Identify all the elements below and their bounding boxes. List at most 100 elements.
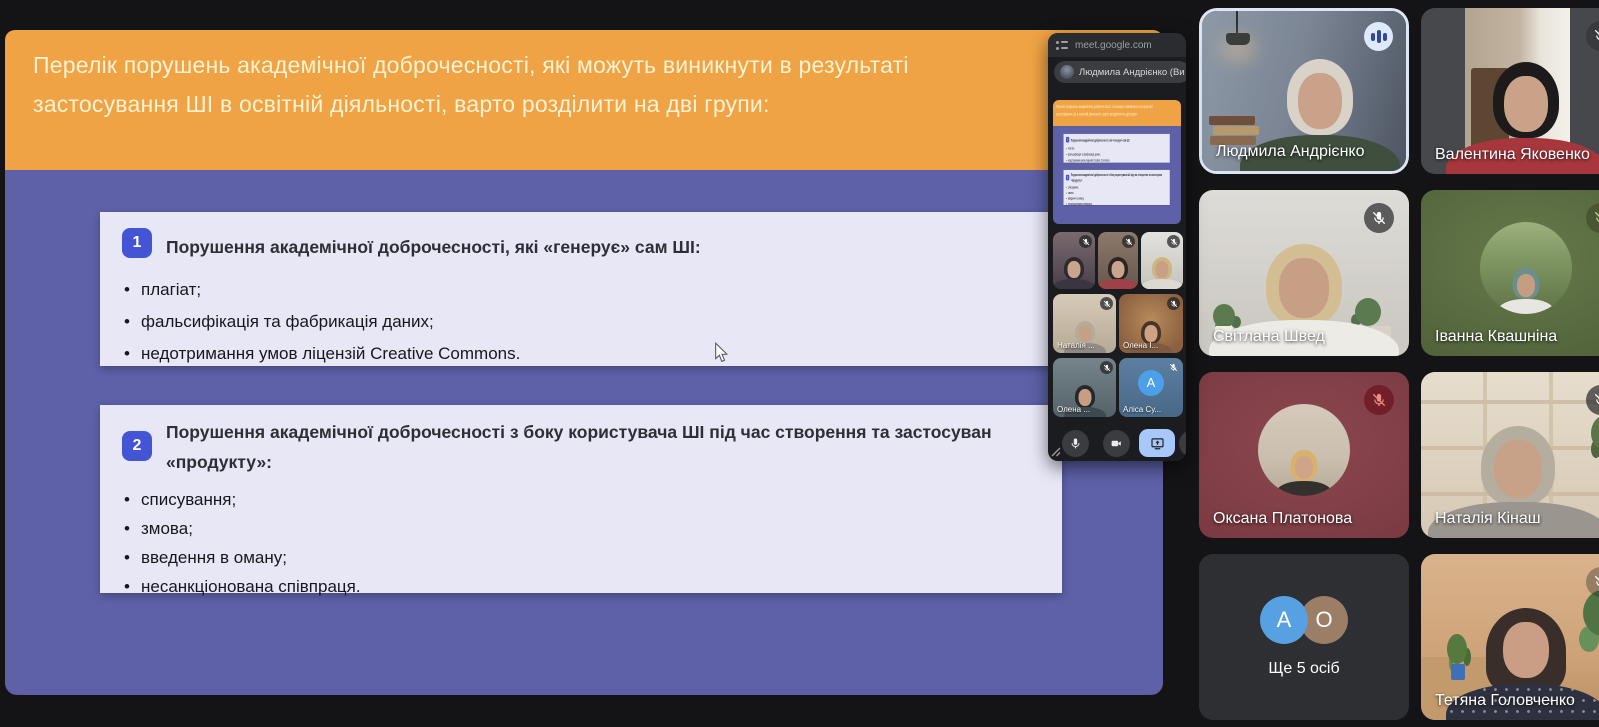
self-label: Людмила Андрієнко (Ви (пок	[1079, 67, 1184, 78]
bullet-item: плагіат;	[124, 274, 1052, 306]
box2-title: Порушення академічної доброчесності з бо…	[166, 417, 1050, 477]
bullet-item: списування;	[124, 485, 1052, 514]
overflow-avatars: A O	[1260, 596, 1348, 644]
box2-title-line2: «продукту»:	[166, 447, 1050, 477]
mic-muted-icon	[1364, 385, 1394, 415]
participant-name: Наталія Кінаш	[1435, 510, 1541, 528]
tile-valentyna-yakovenko[interactable]: Валентина Яковенко	[1421, 8, 1599, 174]
speaking-indicator-icon	[1364, 22, 1393, 51]
mic-button[interactable]	[1062, 430, 1089, 457]
pip-mini-tile-1[interactable]	[1053, 232, 1095, 289]
slide-body: 1 Порушення академічної доброчесності, я…	[5, 170, 1163, 695]
bullet-item: плагіат;	[1066, 146, 1169, 152]
bullet-item: фальсифікація та фабрикація даних;	[1066, 151, 1169, 157]
mini-box-2: 2 Порушення академічної доброчесності з …	[1063, 170, 1169, 205]
slide-box-2: 2 Порушення академічної доброчесності з …	[100, 405, 1062, 593]
box1-bullet-list: плагіат; фальсифікація та фабрикація дан…	[124, 274, 1052, 370]
pip-mini-tile-6[interactable]: Олена ...	[1053, 358, 1116, 417]
mini-box2-title-line1: Порушення академічної доброчесності з бо…	[1071, 172, 1169, 178]
mic-muted-icon	[1122, 235, 1135, 248]
tile-more-participants[interactable]: A O Ще 5 осіб	[1199, 554, 1409, 720]
mini-participant-name: Аліса Су...	[1123, 405, 1181, 414]
number-badge-2: 2	[122, 431, 152, 461]
tile-nataliia-kinash[interactable]: Наталія Кінаш	[1421, 372, 1599, 538]
profile-photo-avatar	[1480, 222, 1572, 314]
participant-name: Оксана Платонова	[1213, 510, 1352, 528]
pip-slide-thumbnail: Перелік порушень академічної доброчеснос…	[1053, 100, 1181, 224]
avatar-initial: A	[1138, 370, 1164, 396]
box1-title-text: Порушення академічної доброчесності, які…	[166, 232, 1050, 262]
participant-name: Валентина Яковенко	[1435, 146, 1590, 164]
mini-box2-bullets: списування; змова; введення в оману; нес…	[1066, 185, 1169, 207]
mic-muted-icon	[1167, 235, 1180, 248]
person-silhouette	[1098, 257, 1138, 289]
participant-name: Людмила Андрієнко	[1216, 143, 1364, 161]
avatar-initial-a: A	[1260, 596, 1308, 644]
person-silhouette	[1496, 268, 1556, 314]
tile-ivanna-kvashnina[interactable]: Іванна Квашніна	[1421, 190, 1599, 356]
mini-participant-name: Олена І...	[1123, 341, 1181, 350]
mic-muted-icon	[1167, 361, 1180, 374]
lamp-shade-decor	[1226, 33, 1250, 45]
presentation-slide: Перелік порушень академічної доброчеснос…	[5, 30, 1163, 695]
mic-muted-icon	[1364, 203, 1394, 233]
number-badge-1: 1	[122, 228, 152, 258]
box2-bullet-list: списування; змова; введення в оману; нес…	[124, 485, 1052, 601]
slide-header-line1: Перелік порушень академічної доброчеснос…	[33, 46, 1135, 85]
mini-box1-title-text: Порушення академічної доброчесності, які…	[1071, 138, 1169, 144]
mini-participant-name: Наталія ...	[1057, 341, 1114, 350]
participant-name: Іванна Квашніна	[1435, 328, 1557, 346]
resize-handle[interactable]	[1051, 447, 1062, 458]
meeting-screen: Перелік порушень академічної доброчеснос…	[0, 0, 1599, 727]
mini-box-1: 1 Порушення академічної доброчесності, я…	[1063, 134, 1169, 163]
pip-mini-tile-4[interactable]: Наталія ...	[1053, 294, 1116, 353]
bullet-item: несанкціонована співпраця.	[124, 572, 1052, 601]
slide-box-1: 1 Порушення академічної доброчесності, я…	[100, 212, 1062, 366]
tile-svitlana-shved[interactable]: Світлана Швед	[1199, 190, 1409, 356]
participant-name: Тетяна Головченко	[1435, 692, 1575, 710]
mic-muted-icon	[1079, 235, 1092, 248]
pip-mini-tile-5[interactable]: Олена І...	[1119, 294, 1183, 353]
profile-photo-avatar	[1258, 404, 1350, 496]
self-avatar	[1060, 65, 1074, 79]
media-tab-icon	[1056, 41, 1069, 50]
present-screen-button[interactable]	[1139, 429, 1175, 457]
mini-header-line1: Перелік порушень академічної доброчеснос…	[1056, 103, 1178, 110]
pip-mini-tile-2[interactable]	[1098, 232, 1138, 289]
participant-name: Світлана Швед	[1213, 328, 1325, 346]
pip-mini-tile-7[interactable]: A Аліса Су...	[1119, 358, 1183, 417]
mouse-cursor	[714, 342, 729, 363]
tile-liudmyla-andriienko[interactable]: Людмила Андрієнко	[1199, 8, 1409, 174]
mini-header-line2: застосування ШІ в освітній діяльності, в…	[1056, 110, 1178, 117]
camera-button[interactable]	[1103, 430, 1130, 457]
box2-title-line1: Порушення академічної доброчесності з бо…	[166, 417, 1050, 447]
mini-box2-title-line2: «продукту»:	[1071, 178, 1169, 184]
pip-titlebar[interactable]: meet.google.com	[1048, 33, 1186, 57]
tile-tetiana-holovchenko[interactable]: Тетяна Головченко	[1421, 554, 1599, 720]
person-silhouette	[1141, 257, 1183, 289]
mini-badge-1: 1	[1066, 137, 1069, 143]
mic-muted-icon	[1100, 297, 1113, 310]
meet-pip-window[interactable]: meet.google.com Людмила Андрієнко (Ви (п…	[1048, 33, 1186, 461]
pip-mini-tile-3[interactable]	[1141, 232, 1183, 289]
mini-slide-body: 1 Порушення академічної доброчесності, я…	[1053, 126, 1181, 224]
person-silhouette	[1274, 450, 1334, 496]
box1-title: Порушення академічної доброчесності, які…	[166, 232, 1050, 262]
self-view-pill[interactable]: Людмила Андрієнко (Ви (пок	[1054, 61, 1186, 83]
mini-slide-header: Перелік порушень академічної доброчеснос…	[1053, 100, 1181, 126]
pip-url: meet.google.com	[1075, 40, 1152, 51]
person-silhouette	[1053, 257, 1095, 289]
mini-box1-bullets: плагіат; фальсифікація та фабрикація дан…	[1066, 146, 1169, 164]
slide-header-line2: застосування ШІ в освітній діяльності, в…	[33, 85, 1135, 124]
mini-badge-2: 2	[1066, 175, 1069, 181]
mic-muted-icon	[1100, 361, 1113, 374]
tile-oksana-platonova[interactable]: Оксана Платонова	[1199, 372, 1409, 538]
mini-slide: Перелік порушень академічної доброчеснос…	[1053, 100, 1181, 224]
mini-participant-name: Олена ...	[1057, 405, 1114, 414]
bullet-item: списування;	[1066, 185, 1169, 190]
bullet-item: фальсифікація та фабрикація даних;	[124, 306, 1052, 338]
bullet-item: змова;	[1066, 190, 1169, 195]
bullet-item: введення в оману;	[124, 543, 1052, 572]
more-controls-button[interactable]	[1179, 430, 1186, 457]
more-participants-label: Ще 5 осіб	[1268, 660, 1339, 678]
